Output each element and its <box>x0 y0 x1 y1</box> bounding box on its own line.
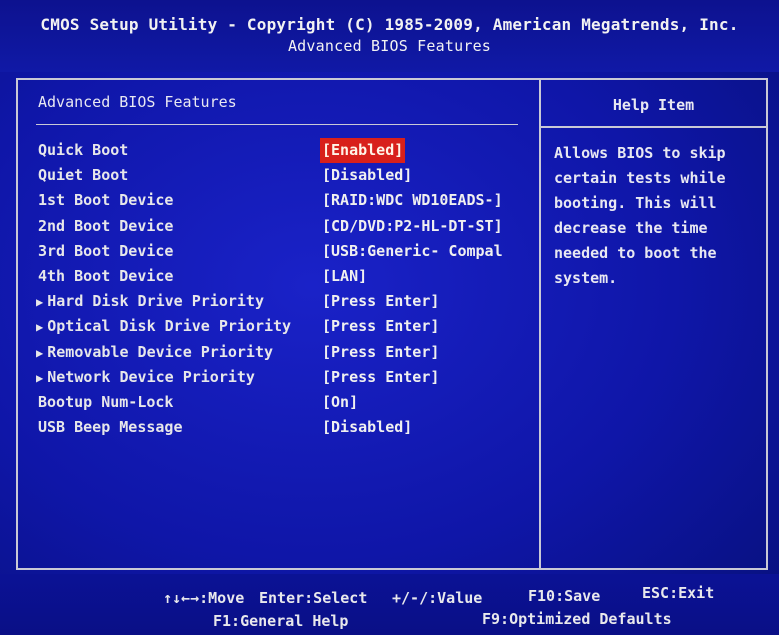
footer-defaults-hint: F9:Optimized Defaults <box>482 610 672 628</box>
bios-screen: CMOS Setup Utility - Copyright (C) 1985-… <box>0 0 779 635</box>
setting-row[interactable]: ▶ Optical Disk Drive Priority [Press Enter… <box>36 314 536 339</box>
setting-label-text: Quick Boot <box>38 141 129 159</box>
submenu-arrow-icon: ▶ <box>36 295 44 310</box>
footer-select-hint: Enter:Select <box>259 589 368 607</box>
setting-label-text: USB Beep Message <box>38 418 183 437</box>
footer-exit-hint: ESC:Exit <box>642 584 715 602</box>
setting-row[interactable]: 2nd Boot Device [CD/DVD:P2-HL-DT-ST] <box>36 214 536 239</box>
setting-label: ▶ Optical Disk Drive Priority <box>36 314 291 340</box>
setting-row[interactable]: 1st Boot Device [RAID:WDC WD10EADS-] <box>36 188 536 213</box>
submenu-arrow-icon: ▶ <box>36 345 44 360</box>
setting-value[interactable]: [RAID:WDC WD10EADS-] <box>322 188 503 213</box>
setting-row[interactable]: ▶ Network Device Priority [Press Enter] <box>36 365 536 390</box>
setting-label-text: Network Device Priority <box>47 367 255 386</box>
setting-label: 4th Boot Device <box>38 264 173 289</box>
setting-value[interactable]: [Press Enter] <box>322 314 439 339</box>
setting-value[interactable]: [Press Enter] <box>322 340 439 365</box>
setting-label-text: Removable Device Priority <box>47 342 274 361</box>
setting-label-text: 3rd Boot Device <box>38 241 174 260</box>
panel-title-underline <box>36 124 518 125</box>
footer-move-hint: ↑↓←→:Move <box>163 589 245 607</box>
setting-row[interactable]: Bootup Num-Lock [On] <box>36 390 536 415</box>
setting-value[interactable]: [LAN] <box>322 264 367 289</box>
help-line: system. <box>554 269 618 287</box>
setting-row[interactable]: Quick Boot [Enabled] <box>36 138 536 164</box>
setting-value[interactable]: [Press Enter] <box>322 289 439 314</box>
setting-label: 1st Boot Device <box>38 188 173 213</box>
setting-label: 2nd Boot Device <box>38 214 173 239</box>
help-text: Allows BIOS to skip certain tests while bo… <box>554 141 754 291</box>
setting-label-text: Optical Disk Drive Priority <box>47 317 292 336</box>
setting-value-selected[interactable]: [Enabled] <box>320 138 406 164</box>
setting-label: Quick Boot <box>38 138 128 163</box>
help-title: Help Item <box>612 96 695 114</box>
setting-row[interactable]: ▶ Removable Device Priority [Press Enter] <box>36 340 536 365</box>
panel-title: Advanced BIOS Features <box>38 93 237 111</box>
setting-value[interactable]: [Disabled] <box>322 415 412 440</box>
setting-label-text: Bootup Num-Lock <box>38 392 174 411</box>
setting-value[interactable]: [Disabled] <box>322 163 412 188</box>
header: CMOS Setup Utility - Copyright (C) 1985-… <box>0 0 779 72</box>
setting-value[interactable]: [USB:Generic- Compal <box>322 239 503 264</box>
setting-row[interactable]: Quiet Boot [Disabled] <box>36 163 536 188</box>
help-line: certain tests while <box>554 169 726 187</box>
utility-title: CMOS Setup Utility - Copyright (C) 1985-… <box>40 15 739 34</box>
submenu-arrow-icon: ▶ <box>36 370 44 385</box>
setting-label: 3rd Boot Device <box>38 239 173 264</box>
help-line: decrease the time <box>554 219 708 237</box>
setting-row[interactable]: ▶ Hard Disk Drive Priority [Press Enter] <box>36 289 536 314</box>
help-line: needed to boot the <box>554 244 717 262</box>
setting-label: USB Beep Message <box>38 415 183 440</box>
page-title: Advanced BIOS Features <box>287 37 492 55</box>
setting-label-text: 1st Boot Device <box>38 191 174 210</box>
setting-row[interactable]: 4th Boot Device [LAN] <box>36 264 536 289</box>
panel-divider <box>539 80 541 568</box>
setting-value[interactable]: [Press Enter] <box>322 365 439 390</box>
footer-value-hint: +/-/:Value <box>392 589 483 607</box>
setting-value[interactable]: [CD/DVD:P2-HL-DT-ST] <box>322 214 503 239</box>
footer-help-hint: F1:General Help <box>213 612 349 630</box>
setting-row[interactable]: USB Beep Message [Disabled] <box>36 415 536 440</box>
setting-value[interactable]: [On] <box>322 390 358 415</box>
footer-save-hint: F10:Save <box>528 587 601 605</box>
setting-row[interactable]: 3rd Boot Device [USB:Generic- Compal <box>36 239 536 264</box>
setting-label: ▶ Hard Disk Drive Priority <box>36 289 264 315</box>
setting-label-text: 4th Boot Device <box>38 266 174 285</box>
help-line: booting. This will <box>554 194 717 212</box>
setting-label-text: Quiet Boot <box>38 166 129 185</box>
setting-label: Bootup Num-Lock <box>38 390 173 415</box>
setting-label: ▶ Network Device Priority <box>36 365 255 391</box>
settings-list: Quick Boot [Enabled] Quiet Boot [Disabled] 1… <box>36 138 536 440</box>
help-divider <box>541 126 766 128</box>
submenu-arrow-icon: ▶ <box>36 320 44 335</box>
setting-label: ▶ Removable Device Priority <box>36 340 273 366</box>
setting-label-text: 2nd Boot Device <box>38 216 174 235</box>
footer: ↑↓←→:Move Enter:Select +/-/:Value F10:Sa… <box>0 574 779 635</box>
setting-label-text: Hard Disk Drive Priority <box>47 292 264 311</box>
setting-label: Quiet Boot <box>38 163 128 188</box>
help-line: Allows BIOS to skip <box>554 144 726 162</box>
